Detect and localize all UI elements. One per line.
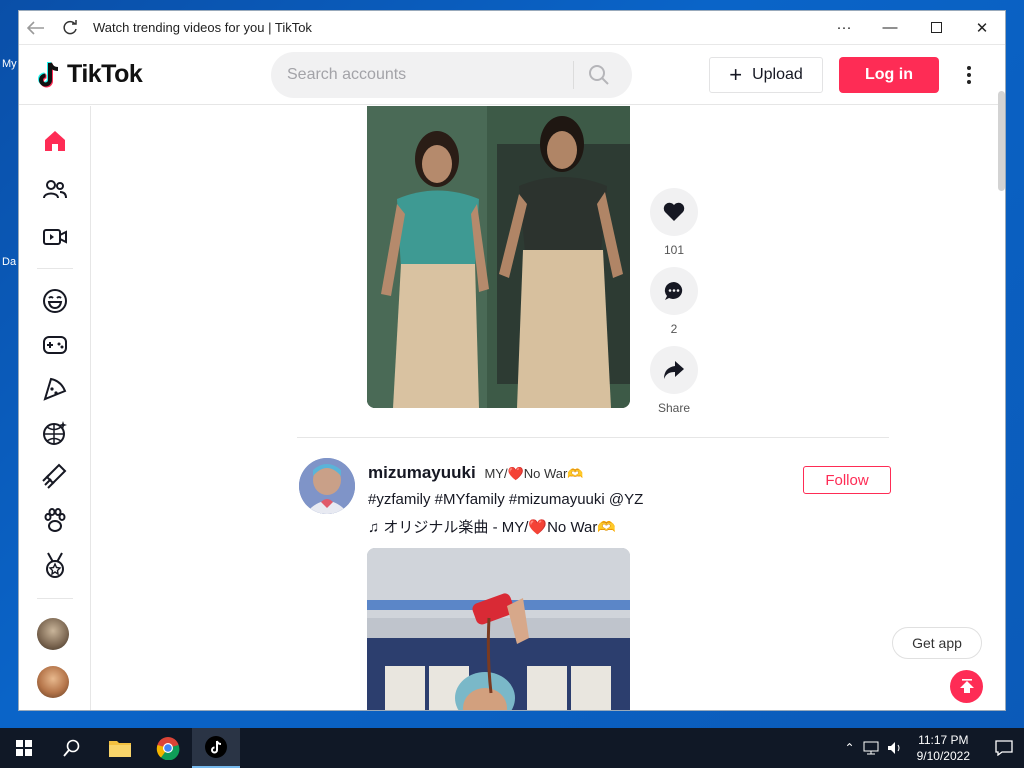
- refresh-button[interactable]: [53, 11, 87, 45]
- video-thumbnail: [367, 106, 630, 408]
- video-player[interactable]: [367, 106, 630, 408]
- upload-label: Upload: [752, 66, 803, 83]
- heart-icon: [663, 202, 685, 221]
- post-music[interactable]: ♫ オリジナル楽曲 - MY/❤️No War🫶: [368, 516, 616, 537]
- plus-icon: +: [729, 62, 743, 87]
- page-title: Watch trending videos for you | TikTok: [93, 20, 312, 35]
- search-button[interactable]: [574, 52, 624, 98]
- live-icon[interactable]: [39, 221, 71, 253]
- logo-text: TikTok: [67, 60, 143, 88]
- food-icon[interactable]: [39, 373, 71, 405]
- share-label: Share: [657, 401, 691, 415]
- post-divider: [297, 437, 889, 438]
- more-options-button[interactable]: ···: [821, 11, 867, 45]
- tiktok-taskbar-button[interactable]: [192, 728, 240, 768]
- avatar-image: [299, 458, 355, 514]
- chevron-up-icon[interactable]: ⌃: [845, 741, 855, 755]
- gaming-icon[interactable]: [39, 329, 71, 361]
- volume-icon[interactable]: [887, 741, 903, 755]
- maximize-button[interactable]: [913, 11, 959, 45]
- back-button[interactable]: [19, 11, 53, 45]
- taskbar-search-button[interactable]: [48, 728, 96, 768]
- clock-date: 9/10/2022: [916, 749, 970, 763]
- notification-icon: [995, 740, 1013, 756]
- tiktok-logo[interactable]: TikTok: [37, 60, 247, 89]
- comedy-icon[interactable]: [39, 285, 71, 317]
- home-icon[interactable]: [39, 125, 71, 157]
- notification-button[interactable]: [984, 728, 1024, 768]
- minimize-button[interactable]: —: [867, 11, 913, 45]
- sidebar-divider: [37, 598, 73, 599]
- like-count: 101: [663, 243, 685, 257]
- comment-count: 2: [670, 322, 678, 336]
- suggested-account-avatar[interactable]: [37, 618, 69, 650]
- beauty-icon[interactable]: [39, 461, 71, 493]
- animals-icon[interactable]: [39, 505, 71, 537]
- share-icon: [664, 361, 684, 379]
- start-button[interactable]: [0, 728, 48, 768]
- title-bar: Watch trending videos for you | TikTok ·…: [19, 11, 1005, 45]
- clock[interactable]: 11:17 PM 9/10/2022: [917, 732, 970, 764]
- windows-icon: [16, 740, 32, 756]
- app-header: TikTok + Upload Log in: [19, 45, 1005, 105]
- desktop-icon-label[interactable]: My: [2, 58, 17, 70]
- close-button[interactable]: ✕: [959, 11, 1005, 45]
- file-explorer-button[interactable]: [96, 728, 144, 768]
- login-button[interactable]: Log in: [839, 57, 939, 93]
- search-input[interactable]: [287, 65, 567, 84]
- video-feed: 101 2 Share mizumayuuki MY/❤️No War🫶 #yz…: [92, 106, 992, 710]
- system-tray: ⌃ 11:17 PM 9/10/2022: [845, 728, 1024, 768]
- comment-icon: [664, 281, 683, 300]
- tiktok-icon: [205, 736, 227, 758]
- folder-icon: [109, 741, 131, 757]
- music-title: オリジナル楽曲 - MY/❤️No War🫶: [383, 519, 617, 536]
- desktop-icon-label[interactable]: Da: [2, 256, 16, 268]
- post-nickname: MY/❤️No War🫶: [484, 466, 584, 481]
- dance-icon[interactable]: [39, 417, 71, 449]
- video-thumbnail: [367, 548, 630, 710]
- tiktok-logo-icon: [38, 61, 59, 87]
- post-author-avatar[interactable]: [299, 458, 355, 514]
- post-caption[interactable]: #yzfamily #MYfamily #mizumayuuki @YZ: [368, 491, 643, 508]
- search-icon: [589, 64, 609, 85]
- post-username[interactable]: mizumayuuki: [368, 463, 476, 482]
- clock-time: 11:17 PM: [918, 733, 969, 747]
- comment-button[interactable]: [650, 267, 698, 315]
- network-icon[interactable]: [863, 741, 879, 755]
- search-icon: [63, 739, 80, 757]
- sports-icon[interactable]: [39, 549, 71, 581]
- browser-window: Watch trending videos for you | TikTok ·…: [18, 10, 1006, 711]
- following-icon[interactable]: [39, 173, 71, 205]
- share-button[interactable]: [650, 346, 698, 394]
- post-username-line: mizumayuuki MY/❤️No War🫶: [368, 463, 584, 483]
- follow-button[interactable]: Follow: [803, 466, 891, 494]
- scrollbar-thumb[interactable]: [998, 91, 1005, 191]
- arrow-up-icon: [959, 678, 974, 693]
- get-app-button[interactable]: Get app: [892, 627, 982, 659]
- more-menu-icon[interactable]: [959, 61, 979, 89]
- music-note-icon: ♫: [368, 519, 384, 536]
- sidebar-divider: [37, 268, 73, 269]
- chrome-icon: [156, 737, 180, 760]
- chrome-button[interactable]: [144, 728, 192, 768]
- upload-button[interactable]: + Upload: [709, 57, 823, 93]
- scroll-to-top-button[interactable]: [950, 670, 983, 703]
- sidebar: [19, 106, 91, 710]
- search-bar: [271, 51, 632, 98]
- suggested-account-avatar[interactable]: [37, 666, 69, 698]
- like-button[interactable]: [650, 188, 698, 236]
- taskbar: ⌃ 11:17 PM 9/10/2022: [0, 728, 1024, 768]
- video-player[interactable]: [367, 548, 630, 710]
